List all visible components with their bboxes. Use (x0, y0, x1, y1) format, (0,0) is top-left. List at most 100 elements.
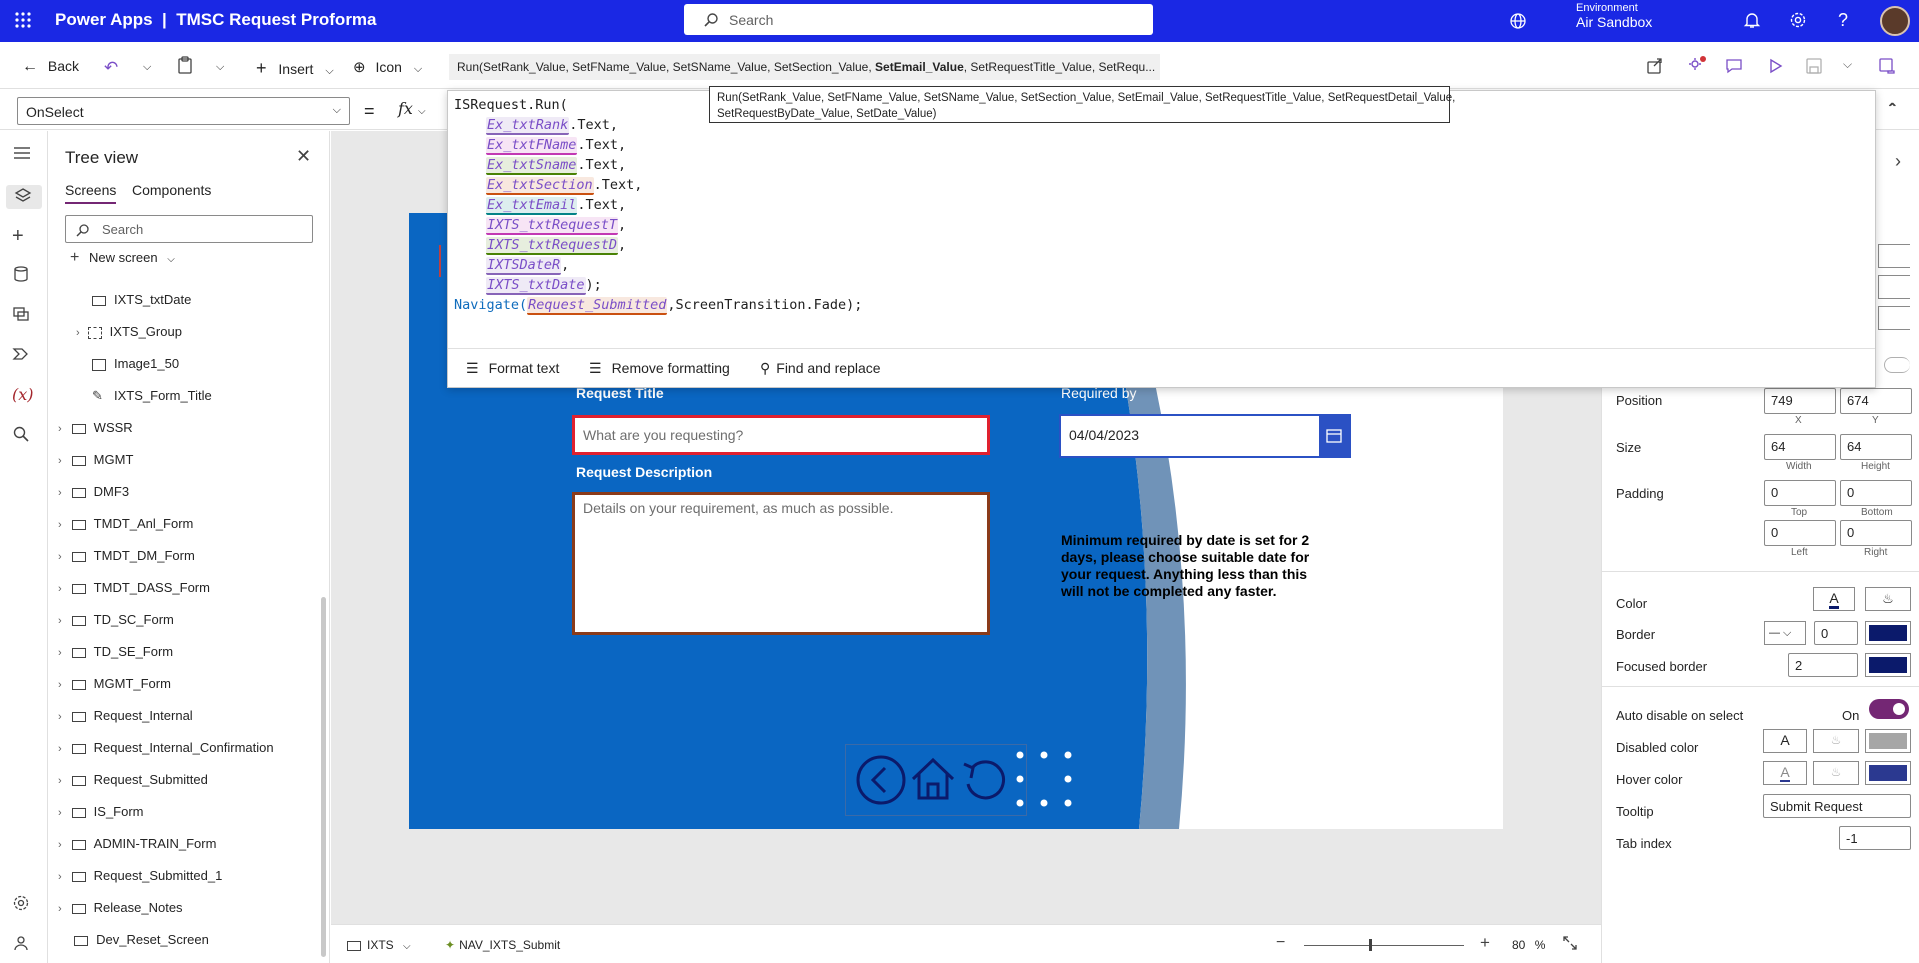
back-button[interactable]: ← Back (22, 58, 79, 76)
disabled-fill-color[interactable]: ♨ (1813, 729, 1859, 753)
tree-screen-item[interactable]: › IS_Form (58, 804, 144, 819)
required-by-datepicker[interactable]: 04/04/2023 (1059, 414, 1351, 458)
tab-components[interactable]: Components (132, 182, 211, 198)
tree-item-ixts-txtdate[interactable]: IXTS_txtDate (92, 292, 191, 307)
environment-picker[interactable]: Environment Air Sandbox (1576, 2, 1696, 30)
padding-right-input[interactable]: 0 (1840, 520, 1912, 546)
tree-screen-item[interactable]: › TD_SC_Form (58, 612, 174, 627)
notifications-icon[interactable] (1743, 11, 1761, 29)
home-icon[interactable] (908, 754, 958, 804)
tree-screen-item[interactable]: › Request_Submitted (58, 772, 208, 787)
global-search-input[interactable]: Search (684, 4, 1153, 35)
app-launcher-icon[interactable] (14, 11, 32, 29)
chevron-down-icon[interactable]: ⌵ (143, 61, 151, 74)
tree-screen-item[interactable]: Dev_Reset_Screen (58, 932, 209, 947)
formula-editor[interactable]: ISRequest.Run(Ex_txtRank.Text, Ex_txtFNam… (447, 90, 1876, 388)
share-icon[interactable] (1646, 57, 1664, 75)
tree-screen-item[interactable]: › TMDT_DM_Form (58, 548, 195, 563)
icon-button[interactable]: ⊕ Icon ⌵ (353, 58, 422, 76)
tree-screen-item[interactable]: › TMDT_DASS_Form (58, 580, 210, 595)
find-replace-button[interactable]: ⚲ Find and replace (760, 360, 881, 377)
code-control-token[interactable]: IXTS_txtRequestD (486, 237, 619, 255)
height-input[interactable]: 64 (1840, 434, 1912, 460)
tree-search-input[interactable]: Search (65, 215, 313, 243)
disabled-border-color[interactable] (1865, 729, 1911, 753)
tree-screen-item[interactable]: › MGMT (58, 452, 133, 467)
code-control-token[interactable]: Ex_txtEmail (486, 197, 578, 215)
partial-dropdown[interactable] (1878, 244, 1910, 268)
insert-icon[interactable]: + (12, 225, 36, 249)
tree-screen-item[interactable]: › TMDT_Anl_Form (58, 516, 193, 531)
tree-screen-item[interactable]: › Release_Notes (58, 900, 183, 915)
formula-code[interactable]: ISRequest.Run(Ex_txtRank.Text, Ex_txtFNam… (454, 95, 862, 315)
tree-screen-item[interactable]: › ADMIN-TRAIN_Form (58, 836, 216, 851)
back-circle-icon[interactable] (855, 754, 907, 806)
chevron-down-icon[interactable]: ⌵ (216, 61, 224, 74)
code-screen-token[interactable]: Request_Submitted (527, 297, 668, 315)
app-checker-icon[interactable] (1687, 56, 1707, 76)
property-dropdown[interactable]: OnSelect ⌵ (17, 97, 350, 125)
variables-icon[interactable]: (x) (12, 385, 36, 409)
hamburger-icon[interactable] (12, 145, 36, 169)
padding-top-input[interactable]: 0 (1764, 480, 1836, 506)
close-icon[interactable]: ✕ (296, 146, 311, 167)
padding-left-input[interactable]: 0 (1764, 520, 1836, 546)
format-text-button[interactable]: ☰ Format text (466, 360, 559, 377)
hover-fill-color[interactable]: ♨ (1813, 761, 1859, 785)
border-width-input[interactable]: 0 (1814, 621, 1858, 645)
width-input[interactable]: 64 (1764, 434, 1836, 460)
avatar[interactable] (1880, 6, 1910, 36)
tree-item-image1-50[interactable]: Image1_50 (92, 356, 179, 371)
settings-icon[interactable] (12, 894, 36, 918)
zoom-slider[interactable] (1304, 939, 1464, 951)
position-x-input[interactable]: 749 (1764, 388, 1836, 414)
submit-icon-selected[interactable] (1016, 751, 1072, 807)
zoom-out-button[interactable]: − (1276, 934, 1285, 952)
position-y-input[interactable]: 674 (1840, 388, 1912, 414)
zoom-in-button[interactable]: + (1480, 933, 1490, 953)
publish-icon[interactable] (1878, 57, 1896, 75)
chevron-down-icon[interactable]: ⌵ (1843, 57, 1852, 72)
code-control-token[interactable]: IXTSDateR (486, 257, 562, 275)
reset-icon[interactable] (960, 754, 1010, 804)
tree-screen-item[interactable]: › Request_Internal_Confirmation (58, 740, 274, 755)
screen-selector[interactable]: IXTS ⌵ (347, 938, 411, 952)
hover-text-color[interactable]: A (1763, 761, 1807, 785)
padding-bottom-input[interactable]: 0 (1840, 480, 1912, 506)
tree-screen-item[interactable]: › DMF3 (58, 484, 129, 499)
expand-formula-icon[interactable]: ⌃ (1886, 100, 1898, 117)
code-control-token[interactable]: Ex_txtSname (486, 157, 578, 175)
save-icon[interactable] (1805, 57, 1823, 75)
auto-disable-toggle[interactable] (1869, 699, 1909, 719)
code-control-token[interactable]: Ex_txtFName (486, 137, 578, 155)
undo-icon[interactable]: ↶ (104, 58, 118, 78)
paste-icon[interactable] (177, 56, 193, 74)
tree-scroll-thumb[interactable] (321, 597, 326, 957)
tab-screens[interactable]: Screens (65, 182, 117, 204)
media-icon[interactable] (12, 305, 36, 329)
tree-screen-item[interactable]: › TD_SE_Form (58, 644, 173, 659)
search-icon[interactable] (12, 425, 36, 449)
virtual-agent-icon[interactable] (12, 934, 36, 958)
request-description-input[interactable]: Details on your requirement, as much as … (572, 492, 990, 635)
new-screen-button[interactable]: + New screen ⌵ (70, 249, 175, 267)
partial-dropdown[interactable] (1878, 306, 1910, 330)
border-style-dropdown[interactable]: — ⌵ (1764, 621, 1806, 645)
code-control-token[interactable]: IXTS_txtRequestT (486, 217, 619, 235)
tree-screen-item[interactable]: › Request_Internal (58, 708, 193, 723)
fit-to-window-icon[interactable] (1562, 935, 1578, 951)
settings-icon[interactable] (1789, 11, 1807, 29)
comments-icon[interactable] (1725, 57, 1743, 75)
zoom-thumb[interactable] (1369, 939, 1372, 951)
tree-item-ixts-group[interactable]: › IXTS_Group (76, 324, 182, 339)
partial-input[interactable] (1878, 275, 1910, 299)
tree-screen-item[interactable]: › WSSR (58, 420, 133, 435)
fx-button[interactable]: fx ⌵ (398, 99, 434, 118)
calendar-icon[interactable] (1319, 416, 1349, 456)
tree-screen-item[interactable]: › MGMT_Form (58, 676, 171, 691)
tree-screen-item[interactable]: › Request_Submitted_1 (58, 868, 222, 883)
request-title-input[interactable]: What are you requesting? (572, 415, 990, 455)
tooltip-input[interactable]: Submit Request (1763, 794, 1911, 818)
code-control-token[interactable]: Ex_txtRank (486, 117, 570, 135)
insert-button[interactable]: + Insert ⌵ (256, 58, 334, 79)
